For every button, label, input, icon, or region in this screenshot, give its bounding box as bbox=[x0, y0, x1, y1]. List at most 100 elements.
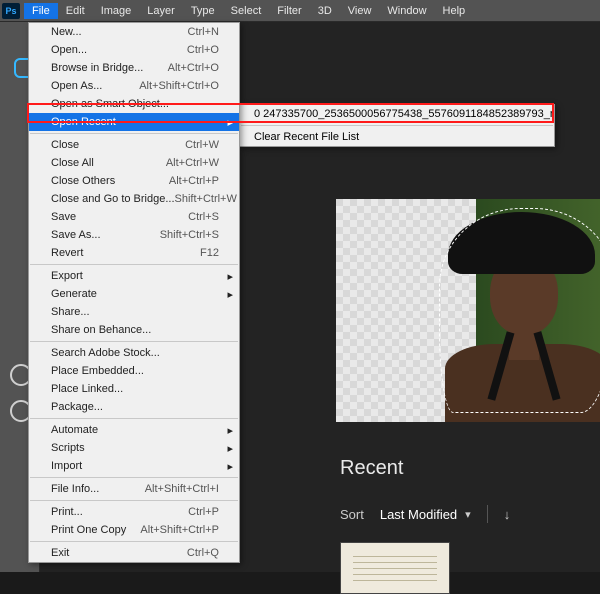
menu-item-open-as-smart-object[interactable]: Open as Smart Object... bbox=[29, 95, 239, 113]
separator bbox=[30, 541, 238, 542]
menu-item-open-as[interactable]: Open As... Alt+Shift+Ctrl+O bbox=[29, 77, 239, 95]
menu-type[interactable]: Type bbox=[183, 3, 223, 19]
menu-item-new[interactable]: New... Ctrl+N bbox=[29, 23, 239, 41]
menu-item-label: Export bbox=[51, 270, 83, 282]
menu-window[interactable]: Window bbox=[379, 3, 434, 19]
separator bbox=[241, 125, 553, 126]
menu-item-label: Open Recent bbox=[51, 116, 116, 128]
menu-item-open[interactable]: Open...Ctrl+O bbox=[29, 41, 239, 59]
menu-item-shortcut: Alt+Shift+Ctrl+O bbox=[139, 80, 219, 92]
separator bbox=[30, 418, 238, 419]
menu-image[interactable]: Image bbox=[93, 3, 140, 19]
menu-item-shortcut: Ctrl+O bbox=[187, 44, 219, 56]
menu-view[interactable]: View bbox=[340, 3, 380, 19]
app-logo: Ps bbox=[2, 3, 20, 19]
menu-item-label: Generate bbox=[51, 288, 97, 300]
menu-edit[interactable]: Edit bbox=[58, 3, 93, 19]
menu-item-scripts[interactable]: Scripts▸ bbox=[29, 439, 239, 457]
sort-dropdown[interactable]: Last Modified ▾ bbox=[380, 507, 471, 522]
submenu-arrow-icon: ▸ bbox=[227, 460, 233, 473]
menu-item-close-all[interactable]: Close AllAlt+Ctrl+W bbox=[29, 154, 239, 172]
menu-item-automate[interactable]: Automate ▸ bbox=[29, 421, 239, 439]
menu-item-place-embedded[interactable]: Place Embedded... bbox=[29, 362, 239, 380]
menu-item-print-one-copy[interactable]: Print One CopyAlt+Shift+Ctrl+P bbox=[29, 521, 239, 539]
menu-item-print[interactable]: Print... Ctrl+P bbox=[29, 503, 239, 521]
divider bbox=[487, 505, 488, 523]
menu-item-file-info[interactable]: File Info... Alt+Shift+Ctrl+I bbox=[29, 480, 239, 498]
menubar: Ps File Edit Image Layer Type Select Fil… bbox=[0, 0, 600, 22]
recent-file-thumbnail[interactable] bbox=[340, 542, 450, 594]
menu-item-shortcut: Ctrl+N bbox=[188, 26, 219, 38]
menu-item-save[interactable]: Save Ctrl+S bbox=[29, 208, 239, 226]
menu-3d[interactable]: 3D bbox=[310, 3, 340, 19]
menu-item-label: Place Embedded... bbox=[51, 365, 144, 377]
menu-item-label: Save As... bbox=[51, 229, 101, 241]
recent-heading: Recent bbox=[340, 457, 403, 480]
separator bbox=[30, 341, 238, 342]
menu-item-label: Close Others bbox=[51, 175, 115, 187]
menu-item-label: Save bbox=[51, 211, 76, 223]
menu-item-package[interactable]: Package... bbox=[29, 398, 239, 416]
menu-item-shortcut: Alt+Ctrl+W bbox=[166, 157, 219, 169]
menu-item-label: Browse in Bridge... bbox=[51, 62, 143, 74]
menu-item-label: File Info... bbox=[51, 483, 99, 495]
submenu-arrow-icon: ▸ bbox=[227, 270, 233, 283]
menu-item-save-as[interactable]: Save As... Shift+Ctrl+S bbox=[29, 226, 239, 244]
file-menu-dropdown: New...Ctrl+NOpen...Ctrl+OBrowse in Bridg… bbox=[28, 22, 240, 563]
menu-item-shortcut: Alt+Ctrl+O bbox=[168, 62, 219, 74]
sort-value: Last Modified bbox=[380, 507, 457, 522]
menu-help[interactable]: Help bbox=[435, 3, 474, 19]
menu-item-shortcut: Ctrl+W bbox=[185, 139, 219, 151]
menu-item-close[interactable]: Close Ctrl+W bbox=[29, 136, 239, 154]
menu-item-label: Share... bbox=[51, 306, 90, 318]
menu-item-share-on-behance[interactable]: Share on Behance... bbox=[29, 321, 239, 339]
menu-layer[interactable]: Layer bbox=[139, 3, 183, 19]
selection-marquee bbox=[439, 208, 600, 413]
menu-item-label: Close bbox=[51, 139, 79, 151]
menu-item-label: Package... bbox=[51, 401, 103, 413]
recent-file-item[interactable]: 0 247335700_2536500056775438_55760911848… bbox=[240, 105, 554, 123]
menu-item-label: Place Linked... bbox=[51, 383, 123, 395]
menu-item-place-linked[interactable]: Place Linked... bbox=[29, 380, 239, 398]
menu-item-label: Print... bbox=[51, 506, 83, 518]
menu-item-label: Automate bbox=[51, 424, 98, 436]
menu-item-label: Revert bbox=[51, 247, 83, 259]
menu-item-share[interactable]: Share... bbox=[29, 303, 239, 321]
menu-item-shortcut: Ctrl+S bbox=[188, 211, 219, 223]
menu-item-label: Import bbox=[51, 460, 82, 472]
submenu-arrow-icon: ▸ bbox=[227, 288, 233, 301]
sort-label: Sort bbox=[340, 507, 364, 522]
menu-item-browse-in-bridge[interactable]: Browse in Bridge... Alt+Ctrl+O bbox=[29, 59, 239, 77]
menu-item-shortcut: F12 bbox=[200, 247, 219, 259]
submenu-arrow-icon: ▸ bbox=[227, 424, 233, 437]
menu-item-export[interactable]: Export ▸ bbox=[29, 267, 239, 285]
menu-item-shortcut: Shift+Ctrl+S bbox=[160, 229, 219, 241]
separator bbox=[30, 133, 238, 134]
menu-filter[interactable]: Filter bbox=[269, 3, 309, 19]
document-thumbnail[interactable] bbox=[336, 199, 600, 422]
sort-direction-icon[interactable]: ↓ bbox=[504, 507, 511, 522]
menu-item-exit[interactable]: ExitCtrl+Q bbox=[29, 544, 239, 562]
menu-item-label: Open As... bbox=[51, 80, 102, 92]
submenu-arrow-icon: ▸ bbox=[227, 116, 233, 129]
menu-item-label: Exit bbox=[51, 547, 69, 559]
clear-recent-item[interactable]: Clear Recent File List bbox=[240, 128, 554, 146]
menu-item-label: New... bbox=[51, 26, 82, 38]
menu-item-search-adobe-stock[interactable]: Search Adobe Stock... bbox=[29, 344, 239, 362]
open-recent-submenu: 0 247335700_2536500056775438_55760911848… bbox=[239, 104, 555, 147]
menu-item-close-others[interactable]: Close OthersAlt+Ctrl+P bbox=[29, 172, 239, 190]
menu-select[interactable]: Select bbox=[223, 3, 270, 19]
menu-item-open-recent[interactable]: Open Recent ▸ bbox=[29, 113, 239, 131]
menu-item-revert[interactable]: Revert F12 bbox=[29, 244, 239, 262]
menu-item-label: Print One Copy bbox=[51, 524, 126, 536]
menu-item-shortcut: Shift+Ctrl+W bbox=[175, 193, 237, 205]
menu-item-shortcut: Ctrl+P bbox=[188, 506, 219, 518]
menu-item-shortcut: Alt+Shift+Ctrl+I bbox=[145, 483, 219, 495]
menu-item-label: Scripts bbox=[51, 442, 85, 454]
menu-item-label: Open as Smart Object... bbox=[51, 98, 169, 110]
menu-item-import[interactable]: Import ▸ bbox=[29, 457, 239, 475]
menu-item-close-and-go-to-bridge[interactable]: Close and Go to Bridge...Shift+Ctrl+W bbox=[29, 190, 239, 208]
menu-file[interactable]: File bbox=[24, 3, 58, 19]
menu-item-generate[interactable]: Generate ▸ bbox=[29, 285, 239, 303]
menu-item-label: Share on Behance... bbox=[51, 324, 151, 336]
